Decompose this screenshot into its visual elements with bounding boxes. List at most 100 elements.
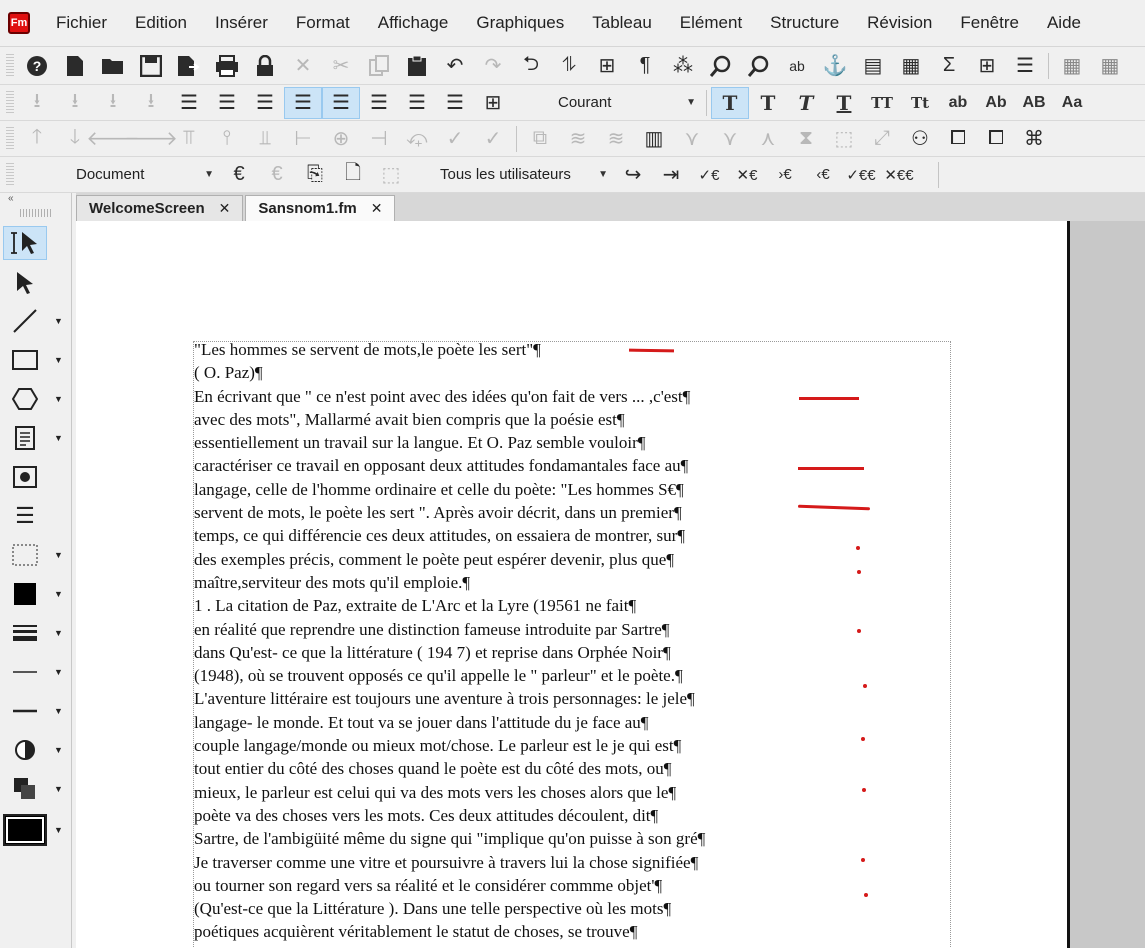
stroke-color-icon[interactable] [3,813,47,847]
toolbar-grip[interactable] [6,90,14,115]
menu-fichier[interactable]: Fichier [56,13,107,33]
uppercase-button[interactable]: AB [1015,87,1053,119]
spellcheck-icon[interactable]: ab [778,50,816,82]
chevron-down-icon[interactable]: ▼ [54,394,63,404]
numbered-list-icon[interactable]: ☰ [1006,50,1044,82]
toolbar-grip[interactable] [6,53,14,78]
group-icon[interactable]: ⧉ [521,123,559,155]
text-line[interactable]: ou tourner son regard vers sa réalité et… [194,874,705,897]
text-line[interactable]: dans Qu'est- ce que la littérature ( 194… [194,641,705,664]
accept-change-icon[interactable]: ✓€ [690,159,728,191]
repeat-icon[interactable]: ⮌ [512,50,550,82]
menu-structure[interactable]: Structure [770,13,839,33]
reject-change-icon[interactable]: ✕€ [728,159,766,191]
tab-sansnom1[interactable]: Sansnom1.fm ✕ [245,195,396,221]
plain-text-button[interactable]: T [711,86,749,119]
align-left-edge-icon[interactable]: ⊢ [284,123,322,155]
blank-document-icon[interactable]: 🗋 [334,159,372,191]
menu-edition[interactable]: Edition [135,13,187,33]
accept-next-icon[interactable]: ↪ [614,159,652,191]
toolbar-grip[interactable] [6,162,14,187]
delete-icon[interactable]: ✕ [284,50,322,82]
smooth-icon[interactable]: ⌘ [1015,123,1053,155]
close-icon[interactable]: ✕ [371,200,383,217]
reshape-icon[interactable]: ⬚ [825,123,863,155]
initial-caps-button[interactable]: Ab [977,87,1015,119]
bounding-box-icon[interactable]: ⧠ [939,123,977,155]
grid-alt-icon[interactable]: ▦ [1091,50,1129,82]
find-icon[interactable] [702,50,740,82]
text-line[interactable]: maître,serviteur des mots qu'il emploie.… [194,571,705,594]
scale-icon[interactable]: ⤢ [863,123,901,155]
layers-icon[interactable]: ≋ [559,123,597,155]
text-line[interactable]: mieux, le parleur est celui qui va des m… [194,781,705,804]
overprint-icon[interactable] [3,772,47,806]
align-center-icon[interactable]: ☰ [246,87,284,119]
document-canvas[interactable]: "Les hommes se servent de mots,le poète … [76,221,1145,948]
arrow-right-icon[interactable]: 🡒 [124,123,178,155]
chevron-down-icon[interactable]: ▼ [54,784,63,794]
align-bottom-icon[interactable]: ⫫ [246,123,284,155]
menu-element[interactable]: Elément [680,13,742,33]
align-right-edge-icon[interactable]: ⊣ [360,123,398,155]
flip-vertical-icon[interactable]: ⋏ [749,123,787,155]
new-document-icon[interactable] [56,50,94,82]
compare-document-icon[interactable]: ⎘ [296,159,334,191]
hand-tool-icon[interactable]: ☰ [3,499,47,533]
equation-sigma-icon[interactable]: Σ [930,50,968,82]
text-line[interactable]: servent de mots, le poète les sert ". Ap… [194,501,705,524]
superscript-button[interactable]: TT [863,87,901,119]
space-below-icon[interactable]: ⭳ [18,87,56,119]
check-icon[interactable]: ✓ [436,123,474,155]
dash-pattern-icon[interactable] [3,694,47,728]
align-middle-icon[interactable]: ⫯ [208,123,246,155]
cross-reference-icon[interactable]: ⁂ [664,50,702,82]
space-above-icon[interactable]: ⭳ [94,87,132,119]
object-select-icon[interactable] [3,265,47,299]
text-line[interactable]: Je traverser comme une vitre et poursuiv… [194,851,705,874]
export-icon[interactable] [170,50,208,82]
text-line[interactable]: 1 . La citation de Paz, extraite de L'Ar… [194,594,705,617]
line-spacing-single-icon[interactable]: ☰ [360,87,398,119]
chevron-down-icon[interactable]: ▼ [54,667,63,677]
connect-nodes-icon[interactable]: ⚇ [901,123,939,155]
cut-icon[interactable]: ✂ [322,50,360,82]
menu-tableau[interactable]: Tableau [592,13,652,33]
menu-inserer[interactable]: Insérer [215,13,268,33]
bounding-box-alt-icon[interactable]: ⧠ [977,123,1015,155]
chevron-down-icon[interactable]: ▼ [54,825,63,835]
align-right-icon[interactable]: ☰ [208,87,246,119]
text-line[interactable]: (1948), où se trouvent opposés ce qu'il … [194,664,705,687]
anchor-icon[interactable]: ⚓ [816,50,854,82]
users-select[interactable]: Tous les utilisateurs ▼ [434,166,614,183]
print-icon[interactable] [208,50,246,82]
body-text[interactable]: "Les hommes se servent de mots,le poète … [194,338,705,944]
tint-icon[interactable] [3,733,47,767]
line-spacing-double-icon[interactable]: ☰ [398,87,436,119]
image-frame-tool-icon[interactable] [3,460,47,494]
line-end-icon[interactable] [3,655,47,689]
fill-color-icon[interactable] [3,577,47,611]
text-line[interactable]: essentiellement un travail sur la langue… [194,431,705,454]
chevron-down-icon[interactable]: ▼ [54,628,63,638]
text-line[interactable]: L'aventure littéraire est toujours une a… [194,687,705,710]
align-justify-icon[interactable]: ☰ [284,86,322,119]
menu-fenetre[interactable]: Fenêtre [960,13,1019,33]
variable-icon[interactable]: ⥮ [550,50,588,82]
menu-revision[interactable]: Révision [867,13,932,33]
layers-alt-icon[interactable]: ≋ [597,123,635,155]
rotate-icon[interactable]: ⤽ [398,123,436,155]
dotted-frame-tool-icon[interactable] [3,538,47,572]
close-icon[interactable]: ✕ [219,200,231,217]
text-frame-tool-icon[interactable] [3,421,47,455]
rectangle-tool-icon[interactable] [3,343,47,377]
text-line[interactable]: En écrivant que " ce n'est point avec de… [194,385,705,408]
smallcaps-button[interactable]: Aa [1053,87,1091,119]
text-line[interactable]: langage, celle de l'homme ordinaire et c… [194,478,705,501]
page[interactable]: "Les hommes se servent de mots,le poète … [76,221,1070,948]
text-line[interactable]: en réalité que reprendre une distinction… [194,618,705,641]
paragraph-style-select[interactable]: Courant ▼ [552,94,702,111]
text-line[interactable]: avec des mots", Mallarmé avait bien comp… [194,408,705,431]
table-icon[interactable]: ▦ [892,50,930,82]
reject-next-icon[interactable]: ⇥ [652,159,690,191]
